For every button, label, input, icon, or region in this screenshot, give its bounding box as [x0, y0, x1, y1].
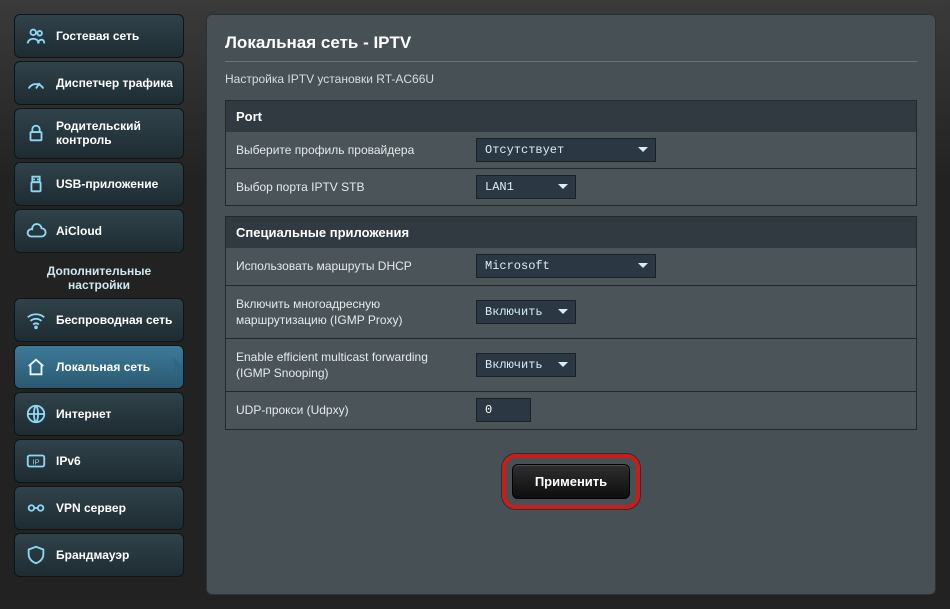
chevron-down-icon [558, 184, 568, 194]
gauge-icon [25, 72, 47, 94]
provider-profile-label: Выберите профиль провайдера [226, 132, 466, 168]
usb-icon [25, 173, 47, 195]
chevron-down-icon [558, 362, 568, 372]
row-dhcp-routes: Использовать маршруты DHCP Microsoft [225, 248, 917, 285]
stb-port-label: Выбор порта IPTV STB [226, 169, 466, 205]
igmp-proxy-select[interactable]: Включить [476, 300, 576, 324]
users-icon [25, 25, 47, 47]
row-igmp-snooping: Enable efficient multicast forwarding (I… [225, 339, 917, 392]
row-provider-profile: Выберите профиль провайдера Отсутствует [225, 132, 917, 169]
row-igmp-proxy: Включить многоадресную маршрутизацию (IG… [225, 286, 917, 339]
sidebar-item-label: Брандмауэр [56, 548, 129, 562]
sidebar-item-ipv6[interactable]: IP IPv6 [14, 439, 184, 483]
sidebar-item-wireless[interactable]: Беспроводная сеть [14, 298, 184, 342]
igmp-proxy-label: Включить многоадресную маршрутизацию (IG… [226, 286, 466, 338]
chevron-down-icon [638, 147, 648, 157]
main-panel: Локальная сеть - IPTV Настройка IPTV уст… [206, 14, 936, 595]
apply-highlight: Применить [502, 454, 640, 509]
row-stb-port: Выбор порта IPTV STB LAN1 [225, 169, 917, 206]
udpxy-input[interactable] [476, 398, 531, 422]
sidebar-item-label: Локальная сеть [56, 360, 150, 374]
sidebar-item-label: USB-приложение [56, 177, 158, 191]
sidebar: Гостевая сеть Диспетчер трафика Родитель… [14, 14, 184, 595]
page-title: Локальная сеть - IPTV [225, 33, 917, 53]
sidebar-item-vpn[interactable]: VPN сервер [14, 486, 184, 530]
select-value: Microsoft [485, 259, 550, 273]
divider [225, 61, 917, 62]
shield-icon [25, 544, 47, 566]
sidebar-item-label: Беспроводная сеть [56, 313, 172, 327]
chevron-down-icon [558, 309, 568, 319]
sidebar-item-label: VPN сервер [56, 501, 126, 515]
sidebar-item-label: IPv6 [56, 454, 81, 468]
sidebar-item-usb-app[interactable]: USB-приложение [14, 162, 184, 206]
sidebar-item-guest-network[interactable]: Гостевая сеть [14, 14, 184, 58]
page-subtitle: Настройка IPTV установки RT-AC66U [225, 72, 917, 86]
sidebar-item-label: Гостевая сеть [56, 29, 139, 43]
sidebar-item-label: Родительский контроль [56, 119, 173, 148]
sidebar-item-label: AiCloud [56, 224, 102, 238]
sidebar-item-aicloud[interactable]: AiCloud [14, 209, 184, 253]
stb-port-select[interactable]: LAN1 [476, 175, 576, 199]
igmp-snooping-label: Enable efficient multicast forwarding (I… [226, 339, 466, 391]
wifi-icon [25, 309, 47, 331]
ip-icon: IP [25, 450, 47, 472]
chevron-down-icon [638, 263, 648, 273]
sidebar-item-firewall[interactable]: Брандмауэр [14, 533, 184, 577]
igmp-snooping-select[interactable]: Включить [476, 353, 576, 377]
section-special-header: Специальные приложения [225, 216, 917, 248]
dhcp-routes-label: Использовать маршруты DHCP [226, 248, 466, 284]
udpxy-label: UDP-прокси (Udpxy) [226, 392, 466, 428]
dhcp-routes-select[interactable]: Microsoft [476, 254, 656, 278]
vpn-icon [25, 497, 47, 519]
sidebar-item-traffic-manager[interactable]: Диспетчер трафика [14, 61, 184, 105]
select-value: LAN1 [485, 180, 514, 194]
sidebar-section-advanced: Дополнительные настройки [14, 256, 184, 298]
select-value: Включить [485, 358, 543, 372]
sidebar-item-lan[interactable]: Локальная сеть [14, 345, 184, 389]
sidebar-item-label: Диспетчер трафика [56, 76, 173, 90]
sidebar-item-label: Интернет [56, 407, 111, 421]
lock-icon [25, 122, 47, 144]
row-udpxy: UDP-прокси (Udpxy) [225, 392, 917, 429]
globe-icon [25, 403, 47, 425]
home-icon [25, 356, 47, 378]
provider-profile-select[interactable]: Отсутствует [476, 138, 656, 162]
select-value: Включить [485, 305, 543, 319]
apply-button[interactable]: Применить [512, 464, 630, 499]
section-port-header: Port [225, 100, 917, 132]
select-value: Отсутствует [485, 143, 564, 157]
sidebar-item-internet[interactable]: Интернет [14, 392, 184, 436]
svg-text:IP: IP [33, 457, 40, 466]
sidebar-item-parental-control[interactable]: Родительский контроль [14, 108, 184, 159]
cloud-icon [25, 220, 47, 242]
